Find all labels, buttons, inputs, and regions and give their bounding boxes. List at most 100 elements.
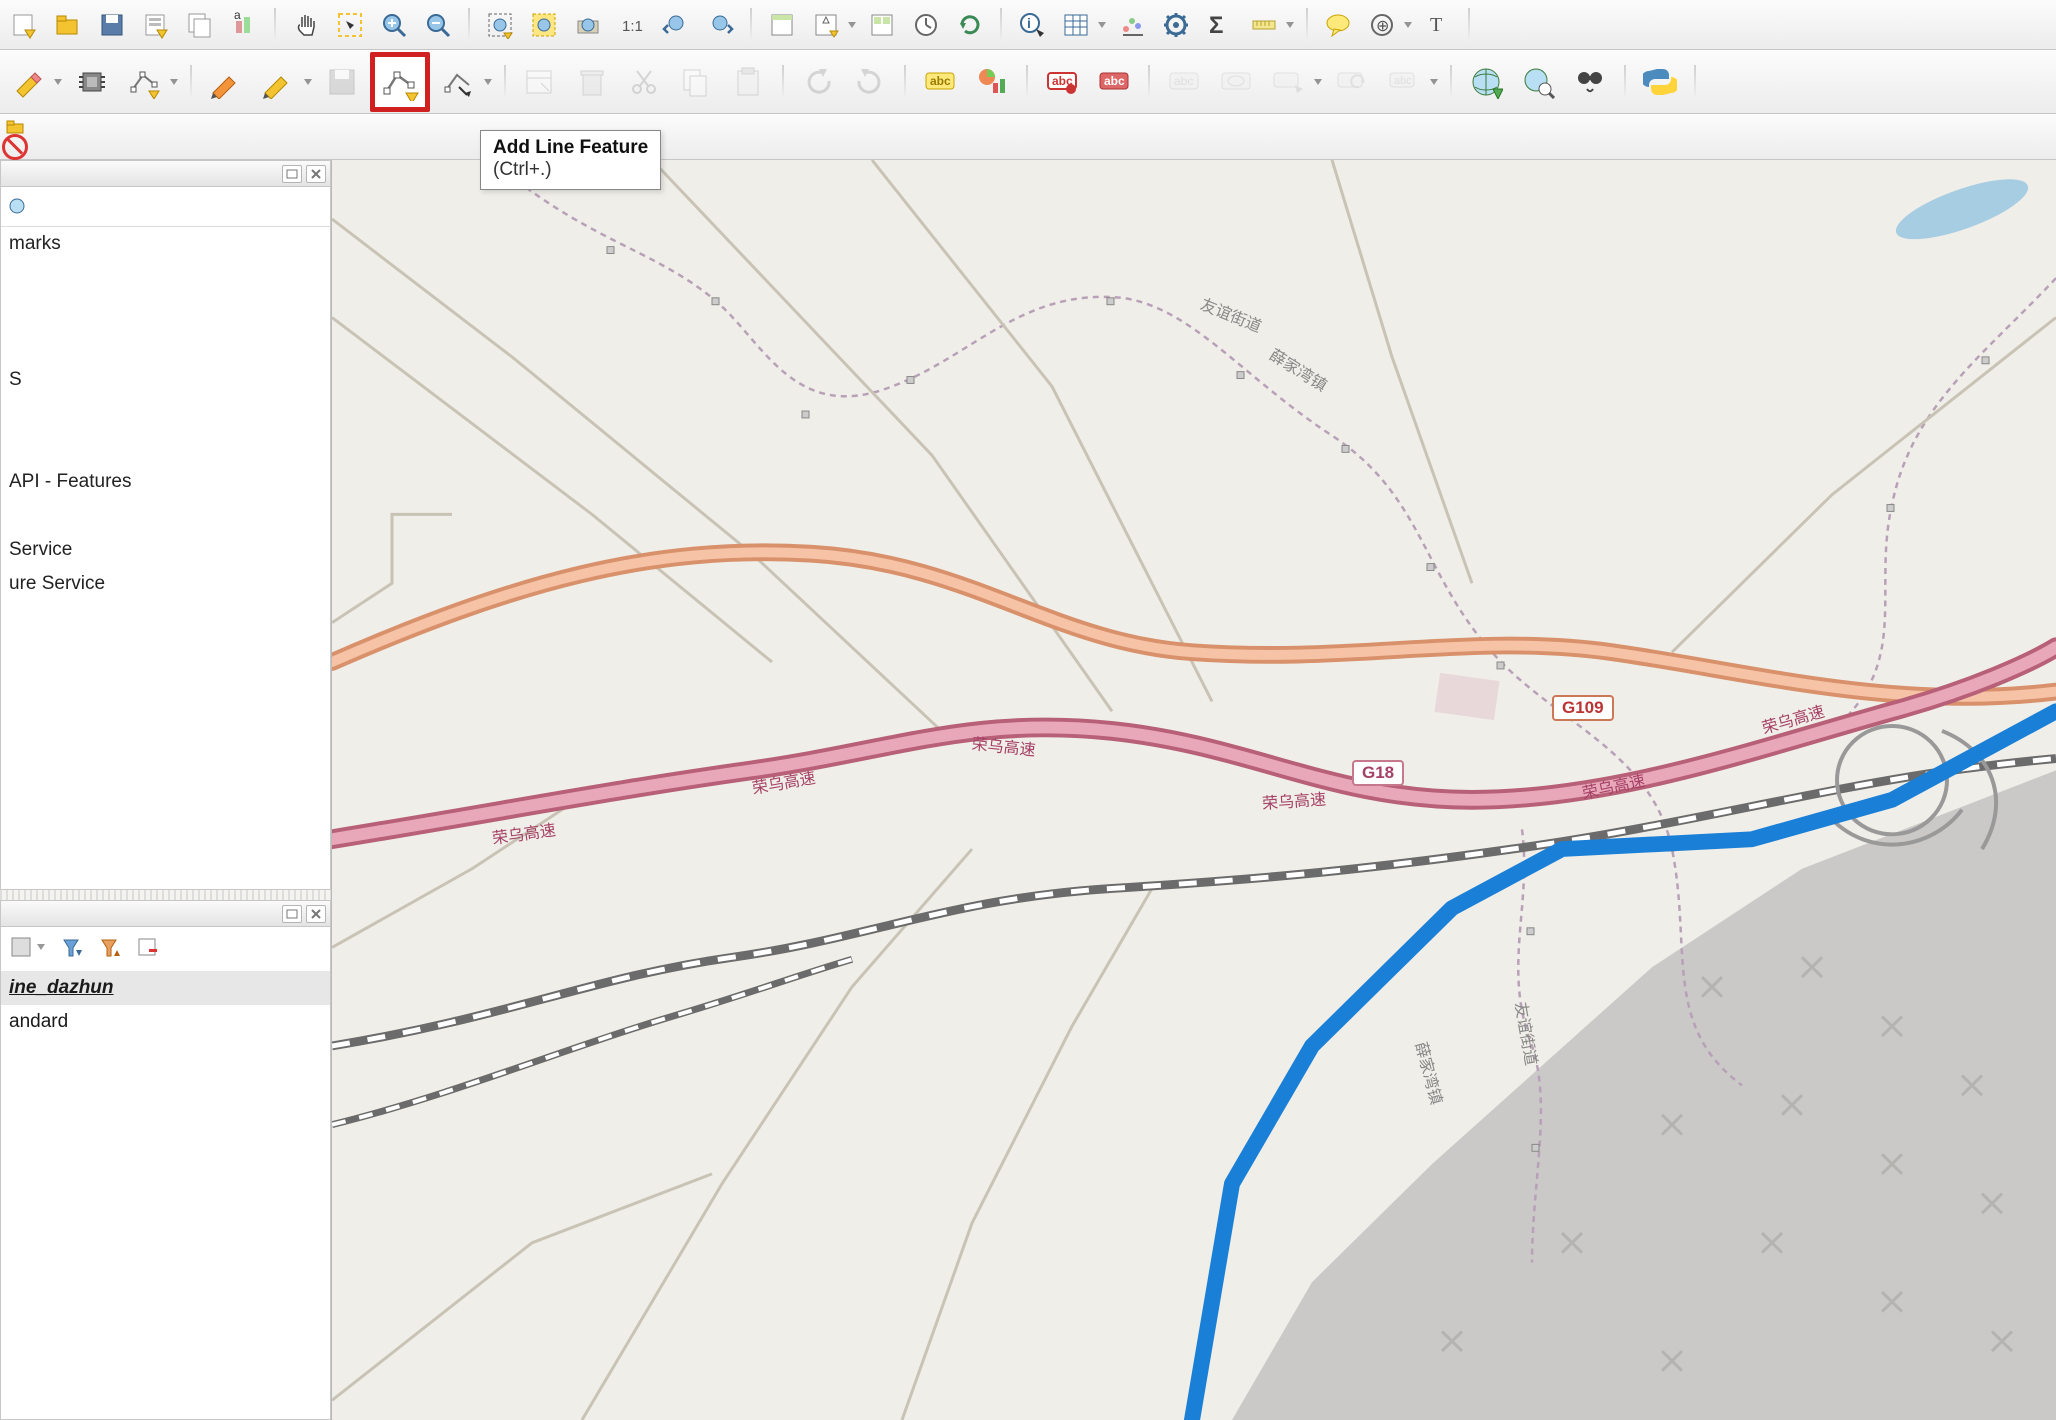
rotate-label-button [1328, 58, 1376, 106]
toggle-editing-button[interactable] [254, 58, 302, 106]
dropdown-caret-icon[interactable] [482, 77, 494, 87]
layer-row[interactable]: andard [1, 1005, 330, 1039]
dropdown-caret-icon[interactable] [302, 77, 314, 87]
layer-list[interactable]: ine_dazhunandard [1, 967, 330, 1419]
browser-item[interactable]: S [1, 363, 330, 397]
layer-style-button[interactable] [7, 933, 35, 961]
dropdown-caret-icon[interactable] [846, 20, 858, 30]
map-canvas[interactable]: 友谊街道 薛家湾镇 荣乌高速 荣乌高速 荣乌高速 荣乌高速 荣乌高速 荣乌高速 … [332, 160, 2056, 1420]
style-manager-button[interactable]: a [224, 5, 264, 45]
tooltip: Add Line Feature (Ctrl+.) [480, 130, 661, 190]
print-layout-button[interactable] [136, 5, 176, 45]
filter-blue-down-icon[interactable] [57, 933, 85, 961]
refresh-button[interactable] [950, 5, 990, 45]
remove-layer-icon[interactable] [133, 933, 161, 961]
pan-to-selection-button[interactable] [330, 5, 370, 45]
layer-row[interactable]: ine_dazhun [1, 971, 330, 1005]
secondary-toolbar-row [0, 114, 2056, 160]
digitizing-toolbar-row: abc abc abc abc abc [0, 50, 2056, 114]
dropdown-caret-icon[interactable] [168, 77, 180, 87]
browser-item[interactable]: Service [1, 533, 330, 567]
zoom-native-button[interactable]: 1:1 [612, 5, 652, 45]
new-map-view-button[interactable] [762, 5, 802, 45]
svg-text:abc: abc [1104, 74, 1125, 88]
highlight-label-button[interactable]: abc [1038, 58, 1086, 106]
browser-item[interactable] [1, 397, 330, 431]
measure-button[interactable] [1244, 5, 1284, 45]
statistical-summary-button[interactable] [1112, 5, 1152, 45]
panel-float-icon[interactable] [282, 905, 302, 923]
edits-pencil-orange-button[interactable] [202, 58, 250, 106]
dropdown-caret-icon[interactable] [1284, 20, 1296, 30]
new-spatial-bookmark-button[interactable] [806, 5, 846, 45]
map-tips-button[interactable] [1318, 5, 1358, 45]
layer-name: andard [9, 1011, 68, 1033]
osm-search-button[interactable] [1514, 58, 1562, 106]
redo-button [846, 58, 894, 106]
temporal-controller-button[interactable] [906, 5, 946, 45]
diagram-button[interactable] [968, 58, 1016, 106]
vertex-tool-button[interactable] [120, 58, 168, 106]
label-abc-button[interactable]: abc [916, 58, 964, 106]
zoom-last-button[interactable] [656, 5, 696, 45]
vertex-tool-all-button[interactable] [434, 58, 482, 106]
browser-item[interactable] [1, 499, 330, 533]
zoom-full-button[interactable] [480, 5, 520, 45]
layout-manager-button[interactable] [180, 5, 220, 45]
osm-download-button[interactable] [1462, 58, 1510, 106]
browser-item[interactable] [1, 261, 330, 295]
browser-item[interactable] [1, 295, 330, 329]
zoom-next-button[interactable] [700, 5, 740, 45]
zoom-in-button[interactable] [374, 5, 414, 45]
copy-button [672, 58, 720, 106]
layers-panel: ine_dazhunandard [0, 900, 331, 1420]
road-shield-g18: G18 [1352, 760, 1404, 786]
browser-filter-icon[interactable] [7, 196, 29, 218]
browser-item[interactable]: API - Features [1, 465, 330, 499]
svg-text:i: i [1027, 15, 1031, 31]
browser-toolbar [1, 187, 330, 227]
save-project-button[interactable] [92, 5, 132, 45]
browser-tree[interactable]: marks S API - Features Serviceure Servic… [1, 227, 330, 889]
open-project-button[interactable] [48, 5, 88, 45]
python-console-button[interactable] [1636, 58, 1684, 106]
svg-text:abc: abc [930, 74, 951, 88]
no-data-icon[interactable] [4, 138, 26, 156]
dropdown-caret-icon[interactable] [1428, 77, 1440, 87]
change-label-button: abc [1380, 58, 1428, 106]
show-bookmarks-button[interactable] [862, 5, 902, 45]
current-edits-button[interactable] [4, 58, 52, 106]
filter-orange-up-icon[interactable] [95, 933, 123, 961]
browser-item[interactable] [1, 431, 330, 465]
pan-button[interactable] [286, 5, 326, 45]
browser-item[interactable] [1, 329, 330, 363]
panel-splitter[interactable] [0, 890, 331, 900]
text-annotation-button[interactable]: T [1418, 5, 1458, 45]
dropdown-caret-icon[interactable] [35, 943, 47, 951]
panel-float-icon[interactable] [282, 165, 302, 183]
add-line-feature-button[interactable] [370, 52, 430, 112]
annotation-button[interactable]: ⊕ [1362, 5, 1402, 45]
browser-item[interactable]: ure Service [1, 567, 330, 601]
panel-close-icon[interactable] [306, 905, 326, 923]
browser-item[interactable]: marks [1, 227, 330, 261]
panel-close-icon[interactable] [306, 165, 326, 183]
zoom-to-layer-button[interactable] [568, 5, 608, 45]
attribute-table-button[interactable] [1056, 5, 1096, 45]
dropdown-caret-icon[interactable] [1312, 77, 1324, 87]
zoom-out-button[interactable] [418, 5, 458, 45]
toggle-label-button[interactable]: abc [1090, 58, 1138, 106]
overview-button[interactable] [1566, 58, 1614, 106]
dropdown-caret-icon[interactable] [52, 77, 64, 87]
field-calculator-button[interactable]: Σ [1200, 5, 1240, 45]
cpu-icon-button[interactable] [68, 58, 116, 106]
browser-panel: marks S API - Features Serviceure Servic… [0, 160, 331, 890]
processing-toolbox-button[interactable] [1156, 5, 1196, 45]
dropdown-caret-icon[interactable] [1096, 20, 1108, 30]
zoom-to-selection-button[interactable] [524, 5, 564, 45]
identify-button[interactable]: i [1012, 5, 1052, 45]
dropdown-caret-icon[interactable] [1402, 20, 1414, 30]
svg-text:1:1: 1:1 [622, 18, 643, 35]
new-project-button[interactable] [4, 5, 44, 45]
layers-toolbar [1, 927, 330, 967]
